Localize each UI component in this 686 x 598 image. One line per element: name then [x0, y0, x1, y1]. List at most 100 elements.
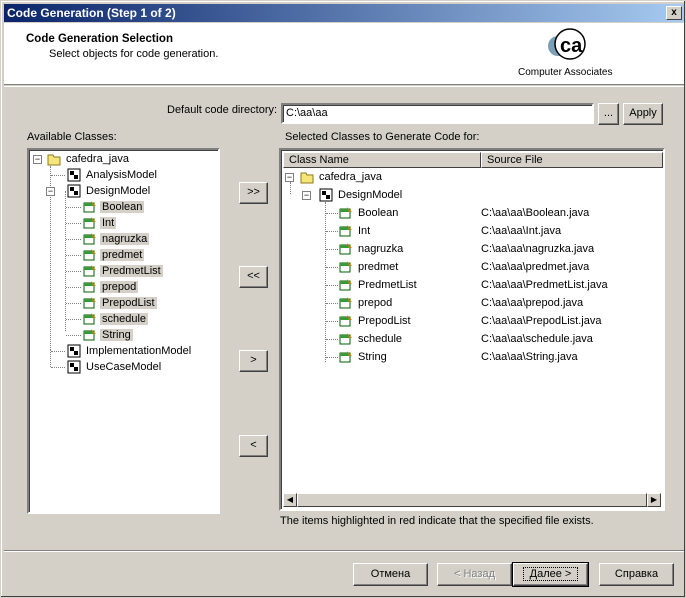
remove-all-button[interactable]: << [239, 266, 268, 288]
tree-line [66, 207, 81, 208]
list-row[interactable]: schedule [339, 331, 404, 347]
list-row[interactable]: String [339, 349, 389, 365]
tree-line [51, 351, 65, 352]
class-icon [339, 296, 353, 310]
list-row[interactable]: prepod [339, 295, 394, 311]
list-row[interactable]: PrepodList [339, 313, 413, 329]
tree-item[interactable]: UseCaseModel [67, 359, 163, 375]
collapse-icon[interactable]: − [33, 155, 42, 164]
source-file-cell: C:\aa\aa\Int.java [481, 225, 562, 237]
browse-button[interactable]: ... [598, 103, 619, 125]
logo-text: Computer Associates [518, 67, 613, 78]
tree-item[interactable]: String [83, 327, 133, 343]
tree-line [66, 255, 81, 256]
header-title: Code Generation Selection [26, 33, 173, 45]
selected-classes-label: Selected Classes to Generate Code for: [285, 131, 480, 143]
tree-line [66, 239, 81, 240]
footer-divider [4, 550, 684, 552]
title-bar: Code Generation (Step 1 of 2) x [4, 4, 684, 22]
add-button[interactable]: > [239, 350, 268, 372]
header-subtitle: Select objects for code generation. [49, 48, 219, 60]
tree-item[interactable]: Int [83, 215, 117, 231]
close-icon[interactable]: x [666, 6, 682, 20]
list-row[interactable]: nagruzka [339, 241, 405, 257]
cancel-button[interactable]: Отмена [353, 563, 428, 586]
add-all-button[interactable]: >> [239, 182, 268, 204]
horizontal-scrollbar[interactable]: ◀ ▶ [283, 493, 661, 507]
tree-item[interactable]: AnalysisModel [67, 167, 159, 183]
next-button[interactable]: Далее > [512, 562, 589, 587]
header-divider [4, 86, 684, 87]
class-icon [83, 312, 97, 326]
class-icon [339, 278, 353, 292]
tree-line [51, 367, 65, 368]
class-icon [339, 260, 353, 274]
tree-item[interactable]: DesignModel [67, 183, 152, 199]
code-generation-dialog: Code Generation (Step 1 of 2) x Code Gen… [0, 0, 686, 598]
list-row[interactable]: PredmetList [339, 277, 419, 293]
help-button[interactable]: Справка [599, 563, 674, 586]
directory-input[interactable]: C:\aa\aa [281, 103, 594, 124]
scroll-thumb[interactable] [297, 493, 647, 507]
source-file-cell: C:\aa\aa\PredmetList.java [481, 279, 608, 291]
remove-button[interactable]: < [239, 435, 268, 457]
tree-item[interactable]: PredmetList [83, 263, 163, 279]
model-icon [67, 344, 81, 358]
class-icon [339, 350, 353, 364]
tree-line [326, 231, 338, 232]
tree-item[interactable]: nagruzka [83, 231, 150, 247]
source-file-cell: C:\aa\aa\String.java [481, 351, 578, 363]
tree-line [66, 319, 81, 320]
tree-line [66, 303, 81, 304]
tree-line [51, 175, 65, 176]
tree-line [66, 287, 81, 288]
list-row[interactable]: Boolean [339, 205, 400, 221]
model-icon [67, 360, 81, 374]
tree-item[interactable]: predmet [83, 247, 145, 263]
next-button-label: Далее > [522, 567, 579, 581]
tree-item[interactable]: Boolean [83, 199, 145, 215]
tree-item[interactable]: prepod [83, 279, 139, 295]
folder-icon [47, 152, 61, 166]
apply-button[interactable]: Apply [623, 103, 663, 125]
class-icon [83, 296, 97, 310]
tree-item[interactable]: ImplementationModel [67, 343, 193, 359]
class-icon [339, 332, 353, 346]
source-file-cell: C:\aa\aa\schedule.java [481, 333, 593, 345]
model-icon [67, 168, 81, 182]
source-file-cell: C:\aa\aa\prepod.java [481, 297, 584, 309]
class-icon [339, 242, 353, 256]
selected-classes-list[interactable]: Class Name Source File − cafedra_java − … [279, 148, 665, 511]
tree-line [326, 285, 338, 286]
collapse-icon[interactable]: − [285, 173, 294, 182]
list-row[interactable]: Int [339, 223, 372, 239]
column-header-class-name[interactable]: Class Name [283, 152, 481, 168]
tree-line [326, 321, 338, 322]
collapse-icon[interactable]: − [302, 191, 311, 200]
collapse-icon[interactable]: − [46, 187, 55, 196]
tree-line [326, 303, 338, 304]
back-button[interactable]: < Назад [437, 563, 512, 586]
tree-line [50, 350, 51, 367]
source-file-cell: C:\aa\aa\nagruzka.java [481, 243, 595, 255]
class-icon [83, 328, 97, 342]
ca-logo-letters: ca [560, 35, 583, 57]
list-row[interactable]: cafedra_java [300, 169, 384, 185]
tree-item[interactable]: PrepodList [83, 295, 157, 311]
existing-files-note: The items highlighted in red indicate th… [280, 515, 594, 527]
tree-line [290, 182, 291, 194]
scroll-right-icon[interactable]: ▶ [647, 493, 661, 507]
column-header-source-file[interactable]: Source File [481, 152, 663, 168]
list-row[interactable]: predmet [339, 259, 400, 275]
list-row[interactable]: DesignModel [319, 187, 404, 203]
class-icon [83, 232, 97, 246]
class-icon [83, 216, 97, 230]
model-icon [319, 188, 333, 202]
available-classes-tree[interactable]: − cafedra_java AnalysisModel − DesignMod… [27, 148, 220, 514]
tree-line [326, 357, 338, 358]
class-icon [339, 206, 353, 220]
scroll-left-icon[interactable]: ◀ [283, 493, 297, 507]
tree-line [325, 202, 326, 362]
tree-item[interactable]: cafedra_java [47, 151, 131, 167]
tree-item[interactable]: schedule [83, 311, 149, 327]
